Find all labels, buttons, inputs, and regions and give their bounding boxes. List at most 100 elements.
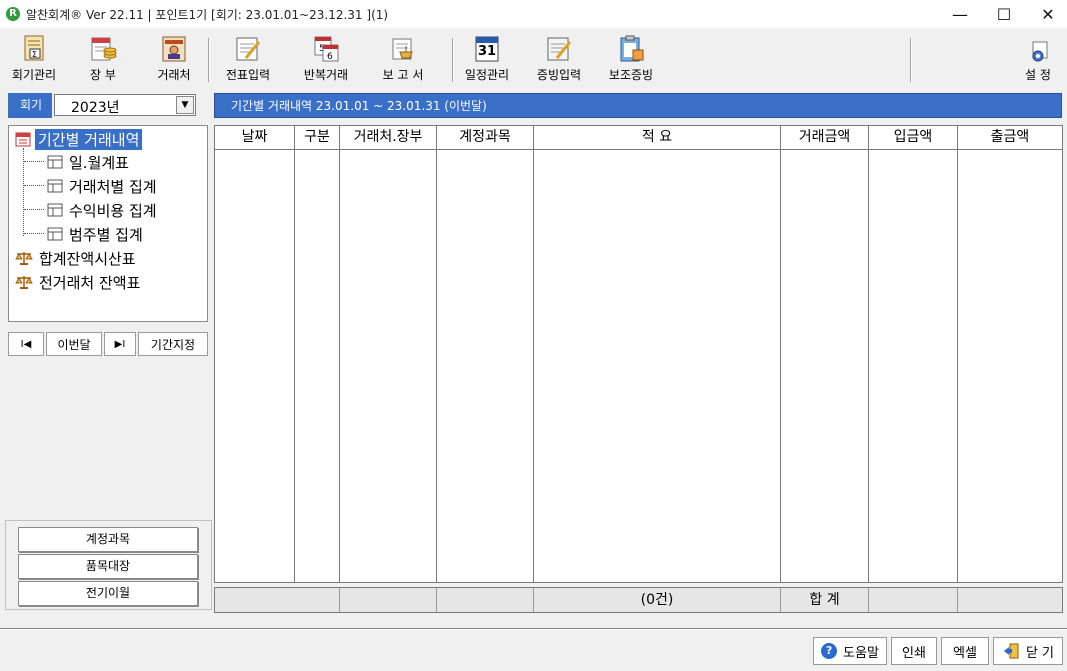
table-icon — [47, 203, 63, 217]
record-count: (0건) — [534, 588, 781, 612]
tree-item-label: 합계잔액시산표 — [39, 249, 136, 268]
footer-cell — [215, 588, 340, 612]
toolbar-recurring-transaction-button[interactable]: 5 6 반복거래 — [298, 34, 354, 84]
toolbar-books-button[interactable]: 장 부 — [80, 34, 126, 84]
close-button[interactable]: 닫 기 — [993, 637, 1063, 665]
tree-item-trial-balance[interactable]: 합계잔액시산표 — [15, 247, 136, 269]
toolbar-clients-button[interactable]: 거래처 — [150, 34, 198, 84]
footer-cell — [340, 588, 437, 612]
column-account — [437, 150, 534, 582]
year-label: 회기 — [8, 93, 52, 118]
side-button-panel: 계정과목 품목대장 전기이월 — [5, 520, 212, 610]
tree-item-by-client[interactable]: 거래처별 집계 — [47, 175, 157, 197]
tree-connector — [24, 161, 44, 162]
print-button[interactable]: 인쇄 — [891, 637, 937, 665]
close-window-button[interactable]: ✕ — [1025, 0, 1067, 28]
tree-item-label: 거래처별 집계 — [69, 177, 157, 196]
account-subjects-button[interactable]: 계정과목 — [18, 527, 198, 552]
first-period-button[interactable]: I◀ — [8, 332, 44, 356]
year-value: 2023년 — [71, 100, 120, 116]
book-icon — [89, 34, 117, 64]
item-ledger-button[interactable]: 품목대장 — [18, 554, 198, 579]
toolbar-accounting-period-button[interactable]: Σ 회기관리 — [8, 34, 60, 84]
column-header-amount[interactable]: 거래금액 — [781, 126, 869, 150]
toolbar-separator — [208, 38, 210, 82]
column-header-date[interactable]: 날짜 — [215, 126, 295, 150]
column-header-description[interactable]: 적 요 — [534, 126, 781, 150]
column-header-client-book[interactable]: 거래처.장부 — [340, 126, 437, 150]
toolbar-label: 설 정 — [1025, 68, 1051, 82]
bottom-divider — [0, 628, 1067, 630]
window-title: 알찬회계® Ver 22.11 | 포인트1기 [회기: 23.01.01~23… — [26, 7, 389, 22]
maximize-button[interactable]: ☐ — [981, 0, 1027, 28]
tree-item-all-client-balance[interactable]: 전거래처 잔액표 — [15, 271, 140, 293]
toolbar-label: 거래처 — [157, 68, 191, 82]
set-period-button[interactable]: 기간지정 — [138, 332, 208, 356]
footer-cell — [437, 588, 534, 612]
toolbar-label: 전표입력 — [225, 68, 271, 82]
tree-item-revenue-expense[interactable]: 수익비용 집계 — [47, 199, 157, 221]
calendar-day: 31 — [477, 44, 497, 59]
column-type — [295, 150, 340, 582]
table-header: 날짜 구분 거래처.장부 계정과목 적 요 거래금액 입금액 출금액 — [215, 126, 1062, 150]
toolbar-label: 장 부 — [90, 68, 116, 82]
svg-text:Σ: Σ — [32, 50, 37, 59]
column-header-type[interactable]: 구분 — [295, 126, 340, 150]
scale-icon — [15, 274, 33, 290]
chevron-down-icon[interactable]: ▼ — [176, 96, 194, 114]
minimize-button[interactable]: — — [937, 0, 983, 28]
period-nav: I◀ 이번달 ▶I 기간지정 — [8, 332, 208, 356]
exit-door-icon — [1002, 642, 1020, 660]
toolbar-evidence-entry-button[interactable]: 증빙입력 — [532, 34, 586, 84]
tree-item-label: 수익비용 집계 — [69, 201, 157, 220]
column-header-deposit[interactable]: 입금액 — [869, 126, 958, 150]
toolbar-label: 일정관리 — [464, 68, 510, 82]
evidence-edit-icon — [545, 34, 573, 64]
transactions-table[interactable]: 날짜 구분 거래처.장부 계정과목 적 요 거래금액 입금액 출금액 — [214, 125, 1063, 583]
toolbar-voucher-entry-button[interactable]: 전표입력 — [222, 34, 274, 84]
main-toolbar: Σ 회기관리 장 부 거래처 전표입력 5 6 반복거래 보 고 서 31 일정… — [0, 28, 1067, 86]
clipboard-icon — [617, 34, 645, 64]
excel-button[interactable]: 엑셀 — [941, 637, 989, 665]
tree-item-label: 범주별 집계 — [69, 225, 143, 244]
tree-connector — [24, 209, 44, 210]
report-tree: 기간별 거래내역 일.월계표 거래처별 집계 수익비용 집계 범주별 집계 합계… — [8, 125, 208, 322]
calendar-icon — [15, 131, 31, 147]
tree-item-by-category[interactable]: 범주별 집계 — [47, 223, 143, 245]
tree-connector — [24, 185, 44, 186]
close-label: 닫 기 — [1025, 645, 1055, 661]
calendar-icon: 31 — [473, 34, 501, 64]
year-selector-row: 회기 2023년 ▼ — [8, 93, 208, 118]
this-month-button[interactable]: 이번달 — [46, 332, 102, 356]
title-bar: R 알찬회계® Ver 22.11 | 포인트1기 [회기: 23.01.01~… — [0, 0, 1067, 28]
table-icon — [47, 179, 63, 193]
tree-item-label: 일.월계표 — [69, 153, 129, 172]
tree-item-daily-monthly[interactable]: 일.월계표 — [47, 151, 129, 173]
voucher-edit-icon — [234, 34, 262, 64]
toolbar-schedule-button[interactable]: 31 일정관리 — [460, 34, 514, 84]
report-icon — [389, 34, 417, 64]
total-label: 합 계 — [781, 588, 869, 612]
toolbar-label: 보 고 서 — [382, 68, 424, 82]
tree-item-period-transactions[interactable]: 기간별 거래내역 — [15, 128, 143, 150]
tree-connector — [24, 233, 44, 234]
scale-icon — [15, 250, 33, 266]
column-header-withdrawal[interactable]: 출금액 — [958, 126, 1062, 150]
year-select[interactable]: 2023년 ▼ — [54, 94, 196, 116]
toolbar-separator — [452, 38, 454, 82]
toolbar-supplementary-evidence-button[interactable]: 보조증빙 — [604, 34, 658, 84]
contact-card-icon — [160, 34, 188, 64]
tree-item-label: 전거래처 잔액표 — [39, 273, 141, 292]
toolbar-settings-button[interactable]: 설 정 — [1018, 34, 1058, 84]
help-button[interactable]: ? 도움말 — [813, 637, 887, 665]
svg-text:6: 6 — [327, 52, 333, 62]
toolbar-report-button[interactable]: 보 고 서 — [378, 34, 428, 84]
carry-forward-button[interactable]: 전기이월 — [18, 581, 198, 606]
toolbar-label: 보조증빙 — [608, 68, 654, 82]
column-description — [534, 150, 781, 582]
settings-gear-icon — [1024, 34, 1052, 64]
next-period-button[interactable]: ▶I — [104, 332, 136, 356]
column-client-book — [340, 150, 437, 582]
column-header-account[interactable]: 계정과목 — [437, 126, 534, 150]
toolbar-separator — [910, 38, 912, 82]
